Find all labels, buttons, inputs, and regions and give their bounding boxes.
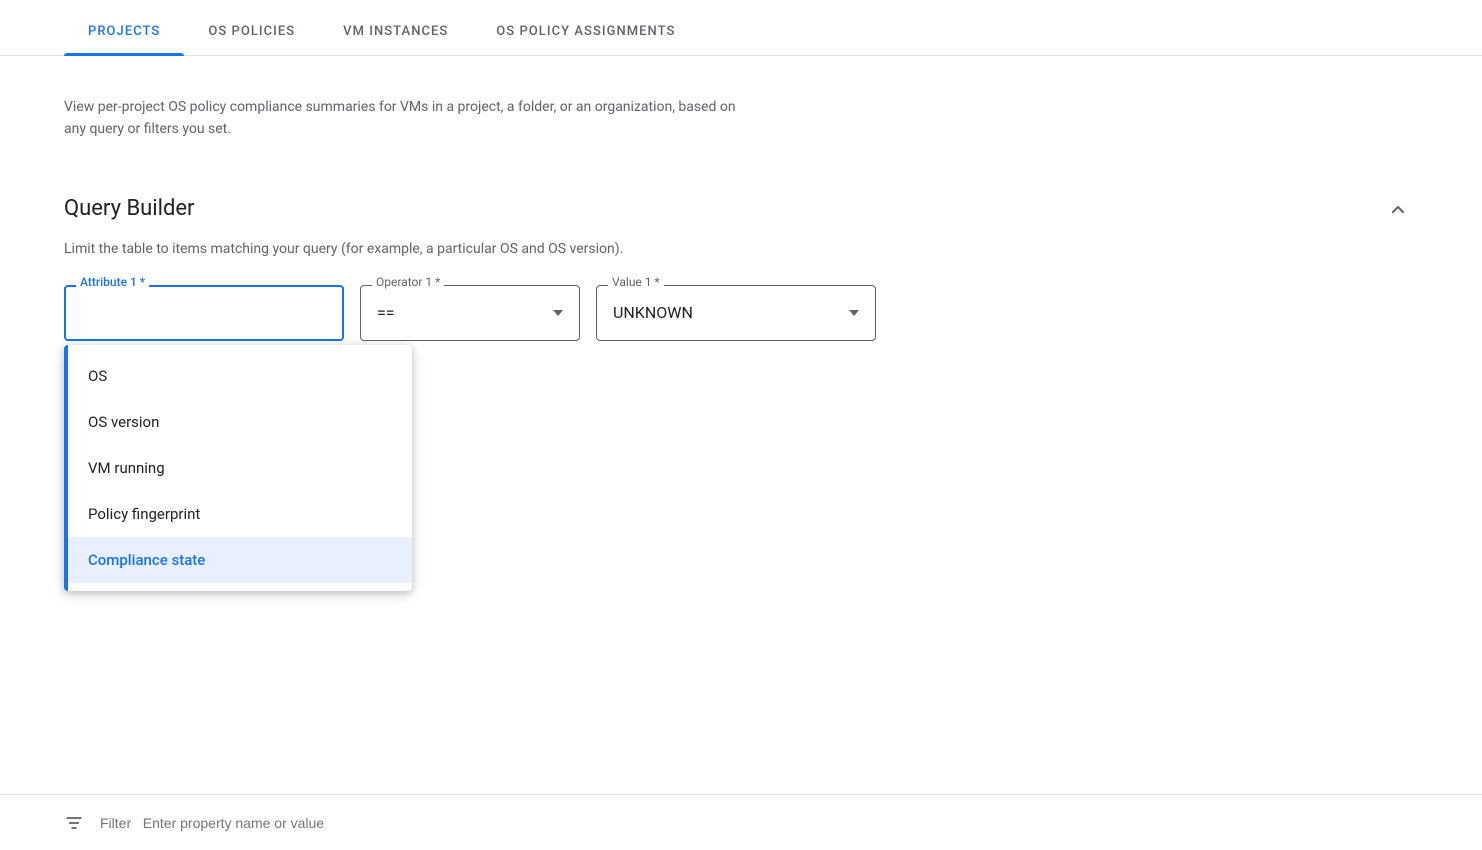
value-value: UNKNOWN <box>613 303 693 322</box>
operator-field-wrapper: Operator 1 * == <box>360 285 580 341</box>
tab-os-policies[interactable]: OS POLICIES <box>184 8 319 55</box>
tab-vm-instances[interactable]: VM INSTANCES <box>319 8 472 55</box>
query-builder-title: Query Builder <box>64 196 195 221</box>
query-builder-header: Query Builder <box>64 189 1418 229</box>
dropdown-item-vm-running[interactable]: VM running <box>68 445 412 491</box>
operator-label: Operator 1 * <box>372 275 444 289</box>
operator-value: == <box>377 303 395 322</box>
value-chevron-down-icon <box>849 310 859 316</box>
query-row: Attribute 1 * OSOS versionVM runningPoli… <box>64 285 1418 341</box>
dropdown-item-policy-fingerprint[interactable]: Policy fingerprint <box>68 491 412 537</box>
collapse-button[interactable] <box>1378 189 1418 229</box>
page-description: View per-project OS policy compliance su… <box>64 96 744 141</box>
main-content: View per-project OS policy compliance su… <box>0 56 1482 373</box>
attribute-field-wrapper: Attribute 1 * OSOS versionVM runningPoli… <box>64 285 344 341</box>
filter-icon <box>64 813 84 833</box>
attribute-label: Attribute 1 * <box>76 275 149 289</box>
dropdown-item-os-version[interactable]: OS version <box>68 399 412 445</box>
tabs-container: PROJECTSOS POLICIESVM INSTANCESOS POLICY… <box>0 0 1482 56</box>
dropdown-item-os[interactable]: OS <box>68 353 412 399</box>
value-select[interactable]: UNKNOWN <box>596 285 876 341</box>
attribute-dropdown-menu: OSOS versionVM runningPolicy fingerprint… <box>64 345 412 591</box>
dropdown-item-compliance-state[interactable]: Compliance state <box>68 537 412 583</box>
attribute-dropdown-trigger[interactable] <box>64 285 344 341</box>
filter-input[interactable] <box>100 815 1418 831</box>
value-field-wrapper: Value 1 * UNKNOWN <box>596 285 876 341</box>
operator-select[interactable]: == <box>360 285 580 341</box>
tab-projects[interactable]: PROJECTS <box>64 8 184 55</box>
value-label: Value 1 * <box>608 275 664 289</box>
filter-bar <box>0 794 1482 850</box>
operator-chevron-down-icon <box>553 310 563 316</box>
query-builder-description: Limit the table to items matching your q… <box>64 241 1418 257</box>
tab-os-policy-assignments[interactable]: OS POLICY ASSIGNMENTS <box>472 8 699 55</box>
query-builder-section: Query Builder Limit the table to items m… <box>64 189 1418 341</box>
